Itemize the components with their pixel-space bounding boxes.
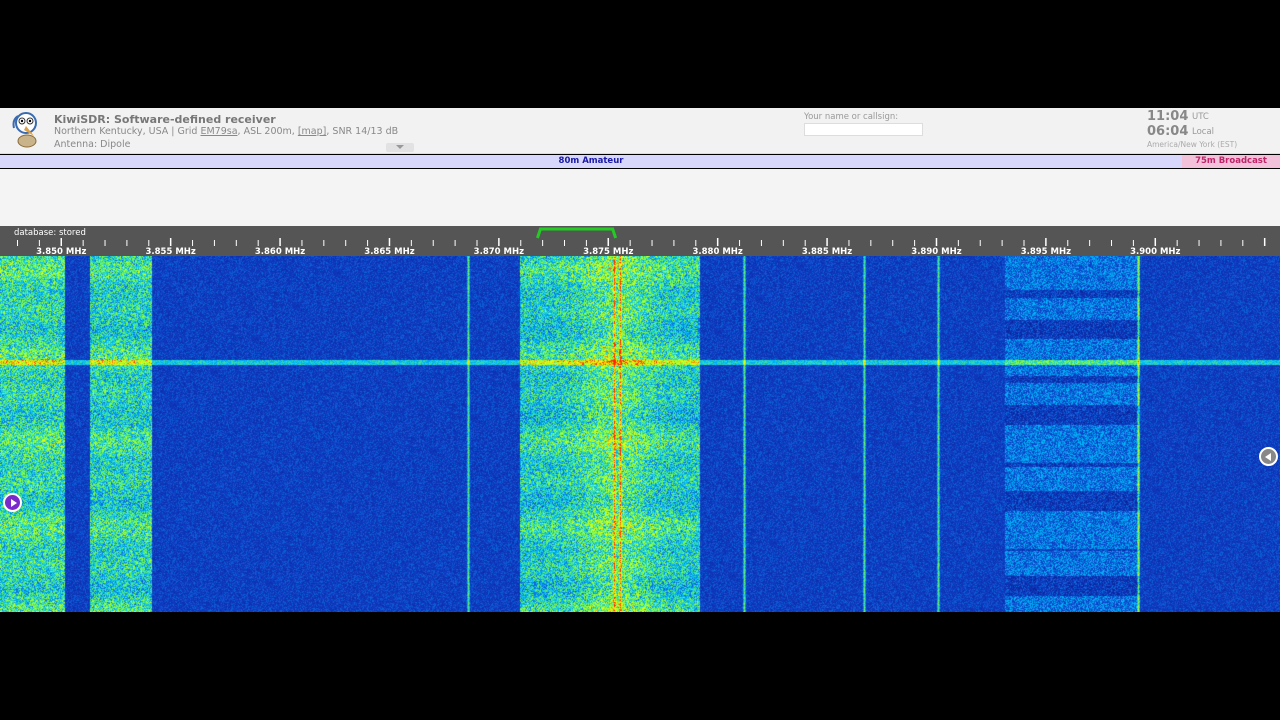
local-time: 06:04	[1147, 124, 1189, 139]
collapse-header-chevron-icon[interactable]	[386, 143, 414, 152]
waterfall-display[interactable]	[0, 256, 1280, 612]
passband-marker[interactable]	[536, 227, 618, 239]
timezone-label: America/New York (EST)	[1147, 140, 1238, 149]
callsign-input[interactable]	[804, 123, 923, 136]
ident-label: Your name or callsign:	[804, 112, 899, 122]
site-location: Northern Kentucky, USA | Grid EM79sa, AS…	[54, 126, 398, 137]
band-75m-broadcast[interactable]: 75m Broadcast	[1182, 155, 1280, 168]
location-prefix: Northern Kentucky, USA | Grid	[54, 126, 201, 137]
scale-freq-label: 3.860 MHz	[255, 247, 305, 256]
map-link[interactable]: [map]	[298, 126, 327, 137]
kiwi-bird-logo-icon[interactable]	[10, 110, 44, 150]
scale-freq-label: 3.895 MHz	[1021, 247, 1071, 256]
scale-freq-label: 3.885 MHz	[802, 247, 852, 256]
dx-label-area	[0, 169, 1280, 226]
utc-time: 11:04	[1147, 109, 1189, 124]
frequency-scale[interactable]: 3.850 MHz 3.855 MHz 3.860 MHz 3.865 MHz 3.87…	[0, 226, 1280, 256]
site-title: KiwiSDR: Software-defined receiver	[54, 113, 276, 126]
asl-text: , ASL 200m,	[237, 126, 298, 137]
waterfall-canvas	[0, 256, 1280, 612]
scale-freq-label: 3.900 MHz	[1130, 247, 1180, 256]
scale-freq-label: 3.850 MHz	[36, 247, 86, 256]
database-label: database: stored	[14, 228, 86, 238]
scale-freq-label: 3.880 MHz	[692, 247, 742, 256]
right-panel-toggle-icon[interactable]	[1259, 447, 1278, 466]
scale-freq-label: 3.875 MHz	[583, 247, 633, 256]
left-panel-toggle-icon[interactable]	[3, 493, 22, 512]
scale-freq-label: 3.855 MHz	[145, 247, 195, 256]
frequency-scale-svg: 3.850 MHz 3.855 MHz 3.860 MHz 3.865 MHz 3.87…	[17, 227, 1266, 256]
utc-label: UTC	[1192, 112, 1209, 122]
scale-freq-label: 3.865 MHz	[364, 247, 414, 256]
bottom-letterbox	[0, 612, 1280, 720]
antenna-info: Antenna: Dipole	[54, 139, 131, 150]
snr-text: , SNR 14/13 dB	[326, 126, 399, 137]
grid-link[interactable]: EM79sa	[200, 126, 237, 137]
local-label: Local	[1192, 127, 1215, 137]
scale-freq-label: 3.870 MHz	[474, 247, 524, 256]
scale-freq-label: 3.890 MHz	[911, 247, 961, 256]
top-letterbox	[0, 0, 1280, 108]
band-80m-amateur[interactable]: 80m Amateur	[0, 155, 1182, 168]
